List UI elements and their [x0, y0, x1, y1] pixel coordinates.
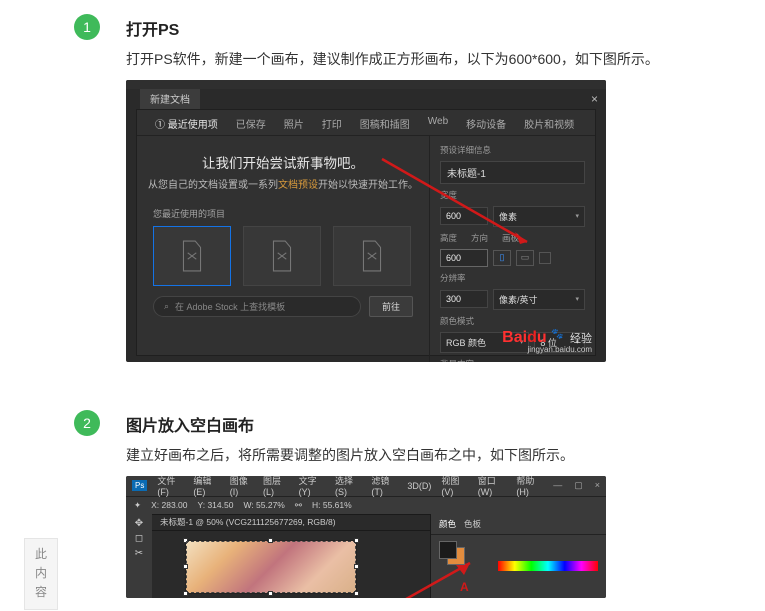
- menu-filter[interactable]: 滤镜(T): [371, 476, 397, 498]
- menu-window[interactable]: 窗口(W): [478, 476, 507, 498]
- opt-y: Y: 314.50: [198, 500, 234, 510]
- recent-label: 您最近使用的项目: [153, 207, 429, 220]
- hue-strip[interactable]: [498, 561, 598, 571]
- screenshot-ps-canvas: Ps 文件(F) 编辑(E) 图像(I) 图层(L) 文字(Y) 选择(S) 滤…: [126, 476, 606, 598]
- watermark: Baidu 🐾 经验 jingyan.baidu.com: [502, 329, 592, 354]
- tab-photo[interactable]: 照片: [284, 116, 304, 131]
- bg-label: 背景内容: [440, 358, 585, 362]
- tab-color[interactable]: 颜色: [439, 518, 456, 530]
- opt-h: H: 55.61%: [312, 500, 352, 510]
- paw-icon: 🐾: [551, 329, 563, 340]
- tab-swatches[interactable]: 色板: [464, 518, 481, 530]
- screenshot-ps-newdoc: 新建文档 × ① 最近使用项 已保存 照片 打印 图稿和插图 Web 移动设备 …: [126, 80, 606, 362]
- step1-title: 打开PS: [126, 0, 745, 48]
- menu-edit[interactable]: 编辑(E): [193, 476, 219, 498]
- color-panel-tabs: 颜色 色板: [431, 514, 606, 535]
- preset-details-label: 预设详细信息: [440, 144, 585, 156]
- resolution-input[interactable]: 300: [440, 290, 488, 308]
- watermark-exp: 经验: [570, 330, 592, 346]
- window-restore-icon[interactable]: ▢: [574, 480, 583, 491]
- step2-title: 图片放入空白画布: [126, 396, 745, 444]
- menu-image[interactable]: 图像(I): [230, 476, 253, 498]
- tab-recent[interactable]: ① 最近使用项: [155, 116, 218, 131]
- tab-web[interactable]: Web: [428, 116, 448, 131]
- watermark-logo: Baidu: [502, 329, 551, 346]
- menu-help[interactable]: 帮助(H): [516, 476, 543, 498]
- window-minimize-icon[interactable]: —: [553, 480, 562, 491]
- height-input[interactable]: 600: [440, 249, 488, 267]
- resolution-unit-dropdown[interactable]: 像素/英寸: [493, 289, 585, 310]
- colormode-label: 颜色模式: [440, 315, 585, 327]
- newdoc-subtext: 从您自己的文档设置或一系列文档预设开始以快速开始工作。: [137, 176, 429, 191]
- foreground-background-swatch[interactable]: [439, 541, 465, 563]
- placed-image[interactable]: [186, 541, 356, 593]
- menu-layer[interactable]: 图层(L): [263, 476, 289, 498]
- side-sticky-tab[interactable]: 此 内 容: [24, 538, 58, 610]
- step-badge-1: 1: [74, 14, 100, 40]
- search-icon: ⌕: [164, 301, 169, 312]
- width-unit-dropdown[interactable]: 像素: [493, 206, 585, 227]
- tab-mobile[interactable]: 移动设备: [466, 116, 506, 131]
- ps-logo-tile: Ps: [132, 480, 147, 491]
- preset-item-2[interactable]: [243, 226, 321, 286]
- document-icon: [179, 240, 205, 272]
- step2-description: 建立好画布之后，将所需要调整的图片放入空白画布之中，如下图所示。: [126, 444, 745, 476]
- menu-file[interactable]: 文件(F): [157, 476, 183, 498]
- lasso-tool-icon[interactable]: ✂: [135, 548, 143, 559]
- orient-label: 方向: [471, 232, 488, 244]
- resolution-label: 分辨率: [440, 272, 585, 284]
- width-input[interactable]: 600: [440, 207, 488, 225]
- dialog-tab[interactable]: 新建文档: [140, 89, 200, 109]
- step-2: 2 图片放入空白画布 建立好画布之后，将所需要调整的图片放入空白画布之中，如下图…: [0, 396, 765, 598]
- step-badge-2: 2: [74, 410, 100, 436]
- link-icon[interactable]: ⚯: [295, 500, 302, 511]
- menu-select[interactable]: 选择(S): [335, 476, 361, 498]
- artboards-checkbox[interactable]: [539, 252, 551, 264]
- step1-content: 打开PS 打开PS软件，新建一个画布，建议制作成正方形画布，以下为600*600…: [126, 0, 745, 362]
- marquee-tool-icon[interactable]: ◻: [135, 533, 143, 544]
- tool-icon[interactable]: ✦: [134, 500, 141, 511]
- newdoc-headline: 让我们开始尝试新事物吧。: [137, 152, 429, 172]
- artboards-label: 画板: [502, 232, 519, 244]
- window-close-icon[interactable]: ×: [595, 480, 600, 491]
- preset-item-3[interactable]: [333, 226, 411, 286]
- tab-film[interactable]: 胶片和视频: [524, 116, 574, 131]
- document-icon: [359, 240, 385, 272]
- step1-description: 打开PS软件，新建一个画布，建议制作成正方形画布，以下为600*600，如下图所…: [126, 48, 745, 80]
- ps-window-titlebar: 新建文档 ×: [126, 89, 606, 109]
- move-tool-icon[interactable]: ✥: [135, 518, 143, 529]
- document-icon: [269, 240, 295, 272]
- menu-3d[interactable]: 3D(D): [407, 481, 431, 491]
- ps-toolbar: ✥ ◻ ✂: [126, 514, 152, 598]
- new-document-dialog: ① 最近使用项 已保存 照片 打印 图稿和插图 Web 移动设备 胶片和视频 让…: [136, 109, 596, 356]
- height-label: 高度: [440, 232, 457, 244]
- orient-portrait-icon[interactable]: ▯: [493, 250, 511, 266]
- newdoc-tabs: ① 最近使用项 已保存 照片 打印 图稿和插图 Web 移动设备 胶片和视频: [137, 110, 595, 136]
- ps-menubar: Ps 文件(F) 编辑(E) 图像(I) 图层(L) 文字(Y) 选择(S) 滤…: [126, 476, 606, 496]
- step-1: 1 打开PS 打开PS软件，新建一个画布，建议制作成正方形画布，以下为600*6…: [0, 0, 765, 362]
- close-icon[interactable]: ×: [591, 92, 598, 106]
- step2-content: 图片放入空白画布 建立好画布之后，将所需要调整的图片放入空白画布之中，如下图所示…: [126, 396, 745, 598]
- orient-landscape-icon[interactable]: ▭: [516, 250, 534, 266]
- stock-go-button[interactable]: 前往: [369, 296, 413, 317]
- tab-print[interactable]: 打印: [322, 116, 342, 131]
- stock-search-input[interactable]: ⌕ 在 Adobe Stock 上查找模板: [153, 296, 361, 317]
- ps-panels: 颜色 色板: [430, 514, 606, 598]
- ps-canvas-area: 未标题-1 @ 50% (VCG211125677269, RGB/8) A: [152, 514, 430, 598]
- menu-view[interactable]: 视图(V): [441, 476, 467, 498]
- ps-options-bar: ✦ X: 283.00 Y: 314.50 W: 55.27% ⚯ H: 55.…: [126, 496, 606, 514]
- document-tab[interactable]: 未标题-1 @ 50% (VCG211125677269, RGB/8): [152, 515, 430, 531]
- width-label: 宽度: [440, 189, 585, 201]
- opt-w: W: 55.27%: [243, 500, 284, 510]
- preset-item-1[interactable]: [153, 226, 231, 286]
- tab-art[interactable]: 图稿和插图: [360, 116, 410, 131]
- doc-title-input[interactable]: 未标题-1: [440, 161, 585, 184]
- tab-saved[interactable]: 已保存: [236, 116, 266, 131]
- opt-x: X: 283.00: [151, 500, 187, 510]
- menu-type[interactable]: 文字(Y): [299, 476, 325, 498]
- preset-row: [137, 226, 429, 286]
